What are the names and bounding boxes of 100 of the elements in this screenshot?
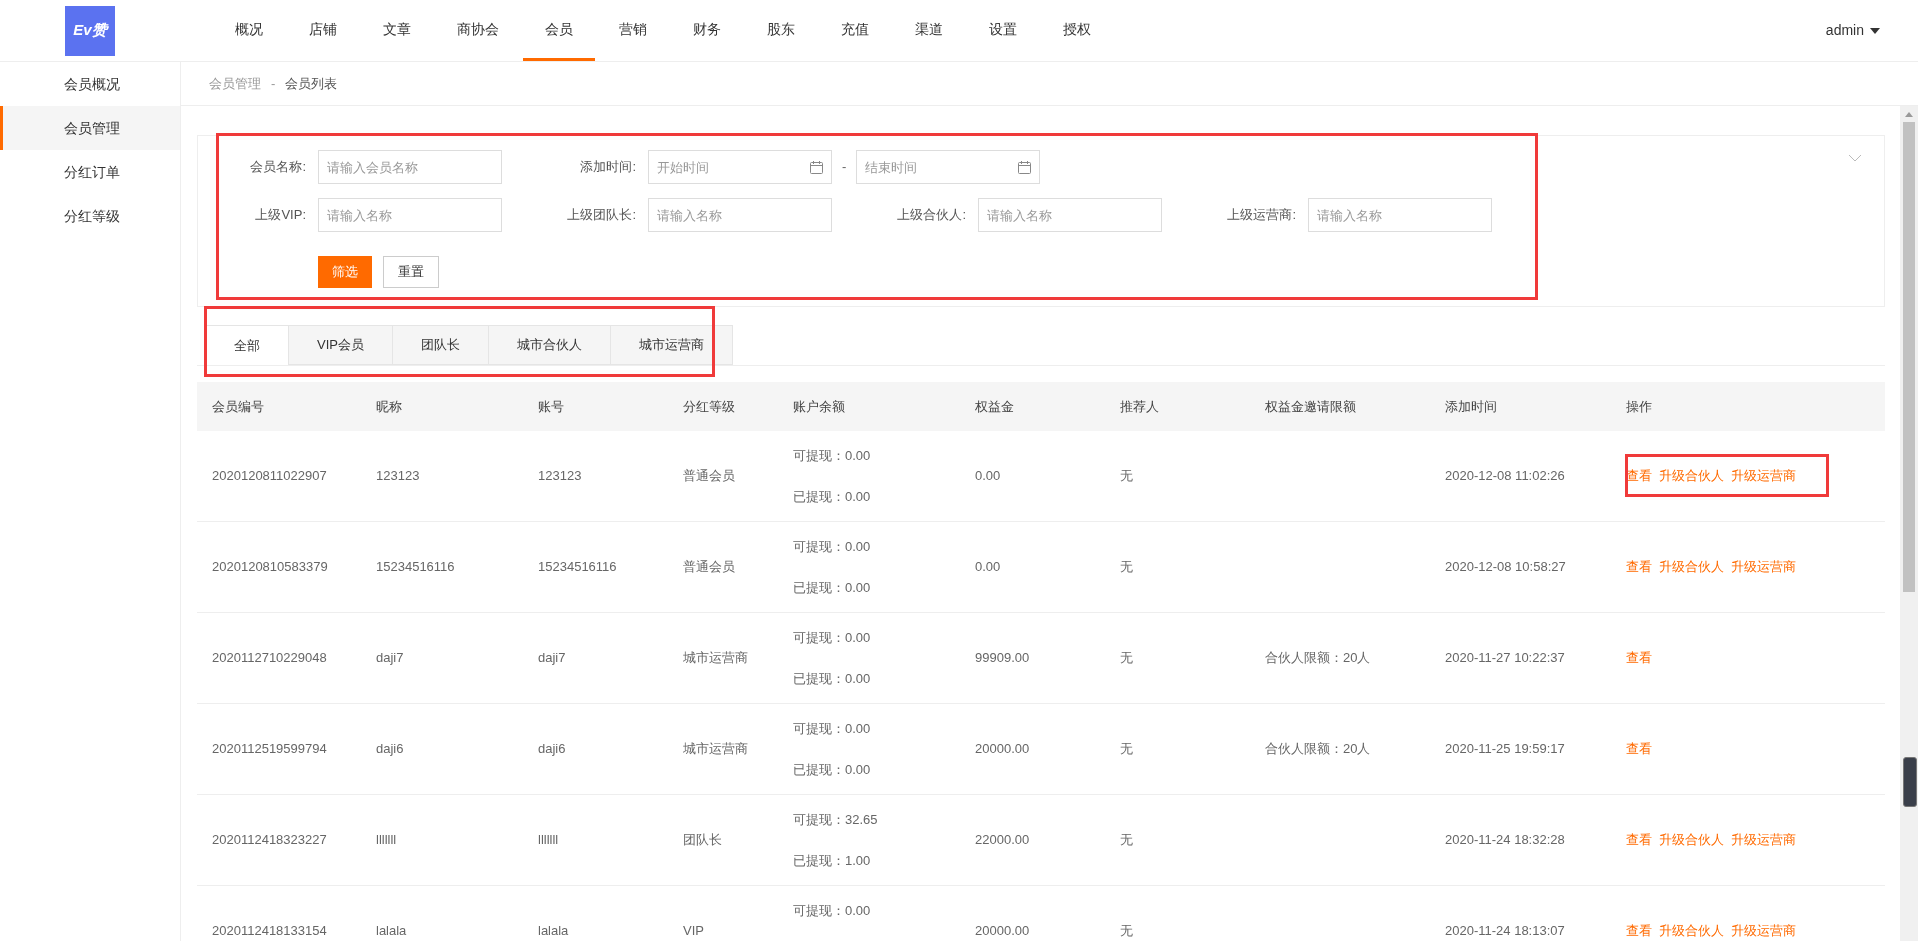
table-cell-text: 可提现：0.00: [793, 720, 871, 738]
nav-tab[interactable]: 充值: [819, 0, 891, 61]
input-field[interactable]: 请输入名称: [648, 198, 832, 232]
table-cell: 2020-11-25 19:59:17: [1445, 741, 1565, 757]
table-cell: 2020-11-24 18:32:28: [1445, 832, 1565, 848]
nav-tab[interactable]: 营销: [597, 0, 669, 61]
table-cell: 2020-11-24 18:13:07: [1445, 923, 1565, 939]
table-cell: daji7: [538, 650, 566, 666]
breadcrumb-item: -: [271, 74, 276, 93]
nav-tab[interactable]: 财务: [671, 0, 743, 61]
column-header: 会员编号: [212, 398, 264, 414]
field-label: 上级VIP:: [254, 206, 307, 225]
table-cell: 15234516116: [538, 559, 617, 575]
table-cell: 无: [1120, 559, 1133, 575]
nav-tab[interactable]: 设置: [967, 0, 1039, 61]
scrollbar-thumb[interactable]: [1903, 122, 1915, 592]
table-cell: 15234516116: [376, 559, 455, 575]
table-cell: 123123: [538, 468, 582, 484]
table-cell: 合伙人限额：20人: [1265, 741, 1371, 757]
column-header: 账号: [538, 398, 564, 414]
table-cell: 无: [1120, 650, 1133, 666]
sidebar-item[interactable]: 会员概况: [0, 62, 180, 106]
table-cell-text: 可提现：0.00: [793, 902, 871, 920]
scrollbar[interactable]: [1900, 106, 1918, 941]
column-header: 操作: [1626, 398, 1652, 414]
table-cell: 2020112710229048: [212, 650, 327, 666]
calendar-icon: [810, 161, 823, 174]
user-menu[interactable]: admin: [1825, 20, 1880, 41]
table-cell-text: 可提现：0.00: [793, 629, 871, 647]
scroll-up-icon[interactable]: [1905, 112, 1913, 117]
field-label: 添加时间:: [579, 158, 637, 177]
sidebar-item[interactable]: 分红订单: [0, 150, 180, 194]
filter-button[interactable]: 重置: [383, 256, 439, 288]
column-header: 分红等级: [683, 398, 735, 414]
tab[interactable]: 城市合伙人: [488, 325, 611, 365]
table-cell: 无: [1120, 741, 1133, 757]
nav-tab[interactable]: 渠道: [893, 0, 965, 61]
field-label: 上级团队长:: [566, 206, 637, 225]
table-cell: 2020-12-08 11:02:26: [1445, 468, 1565, 484]
table-cell: 22000.00: [975, 832, 1030, 848]
input-field[interactable]: 请输入名称: [978, 198, 1162, 232]
logo[interactable]: Ev赞: [65, 5, 115, 56]
table-cell: 20000.00: [975, 741, 1030, 757]
sidebar-item[interactable]: 会员管理: [0, 106, 180, 150]
date-field[interactable]: 开始时间: [648, 150, 832, 184]
input-field[interactable]: 请输入名称: [1308, 198, 1492, 232]
tab[interactable]: 全部: [205, 325, 289, 365]
calendar-icon: [1018, 161, 1032, 174]
table-cell: 2020112519599794: [212, 741, 327, 757]
widget-icon[interactable]: [1903, 757, 1917, 807]
table-cell: 2020112418323227: [212, 832, 327, 848]
table-cell: 2020112418133154: [212, 923, 327, 939]
table-cell-text: 已提现：0.00: [793, 579, 871, 597]
column-header: 昵称: [376, 398, 402, 414]
nav-tab[interactable]: 店铺: [287, 0, 359, 61]
table-cell: 团队长: [683, 832, 722, 848]
nav-tab[interactable]: 商协会: [435, 0, 521, 61]
table-cell: 2020120811022907: [212, 468, 327, 484]
input-field[interactable]: 请输入名称: [318, 198, 502, 232]
sidebar-item[interactable]: 分红等级: [0, 194, 180, 238]
table-cell: 123123: [376, 468, 420, 484]
table-cell: 99909.00: [975, 650, 1030, 666]
breadcrumb-item: 会员列表: [285, 74, 338, 93]
column-header: 添加时间: [1445, 398, 1497, 414]
nav-tab[interactable]: 授权: [1041, 0, 1113, 61]
table-cell-text: 可提现：0.00: [793, 538, 871, 556]
table-cell-text: 已提现：0.00: [793, 670, 871, 688]
tab[interactable]: 团队长: [392, 325, 489, 365]
nav-tab[interactable]: 股东: [745, 0, 817, 61]
table-cell: 普通会员: [683, 559, 735, 575]
table-cell: 无: [1120, 832, 1133, 848]
nav-tab[interactable]: 概况: [213, 0, 285, 61]
nav-tab[interactable]: 文章: [361, 0, 433, 61]
table-cell-text: 已提现：1.00: [793, 852, 871, 870]
table-cell: daji6: [376, 741, 404, 757]
table-cell: 0.00: [975, 468, 1001, 484]
column-header: 权益金: [975, 398, 1014, 414]
table-cell: lalala: [376, 923, 407, 939]
table-cell: lllllll: [376, 832, 397, 848]
column-header: 账户余额: [793, 398, 845, 414]
table-cell: 无: [1120, 923, 1133, 939]
date-field[interactable]: 结束时间: [856, 150, 1041, 184]
field-label: 会员名称:: [249, 158, 307, 177]
table-cell: 合伙人限额：20人: [1265, 650, 1371, 666]
table-cell: 0.00: [975, 559, 1001, 575]
tab[interactable]: VIP会员: [289, 325, 393, 365]
nav-tab[interactable]: 会员: [523, 0, 595, 61]
table-cell: lllllll: [538, 832, 559, 848]
table-cell-text: 可提现：0.00: [793, 447, 871, 465]
chevron-down-icon[interactable]: [1848, 154, 1862, 162]
caret-icon: [1870, 27, 1880, 34]
table-cell-text: 已提现：0.00: [793, 488, 871, 506]
input-field[interactable]: 请输入会员名称: [318, 150, 502, 184]
column-header: 推荐人: [1120, 398, 1159, 414]
field-label: 上级合伙人:: [896, 206, 967, 225]
tab[interactable]: 城市运营商: [610, 325, 733, 365]
table-cell: lalala: [538, 923, 569, 939]
table-cell: VIP: [683, 923, 704, 939]
table-cell: 城市运营商: [683, 650, 748, 666]
table-cell: 2020-11-27 10:22:37: [1445, 650, 1565, 666]
